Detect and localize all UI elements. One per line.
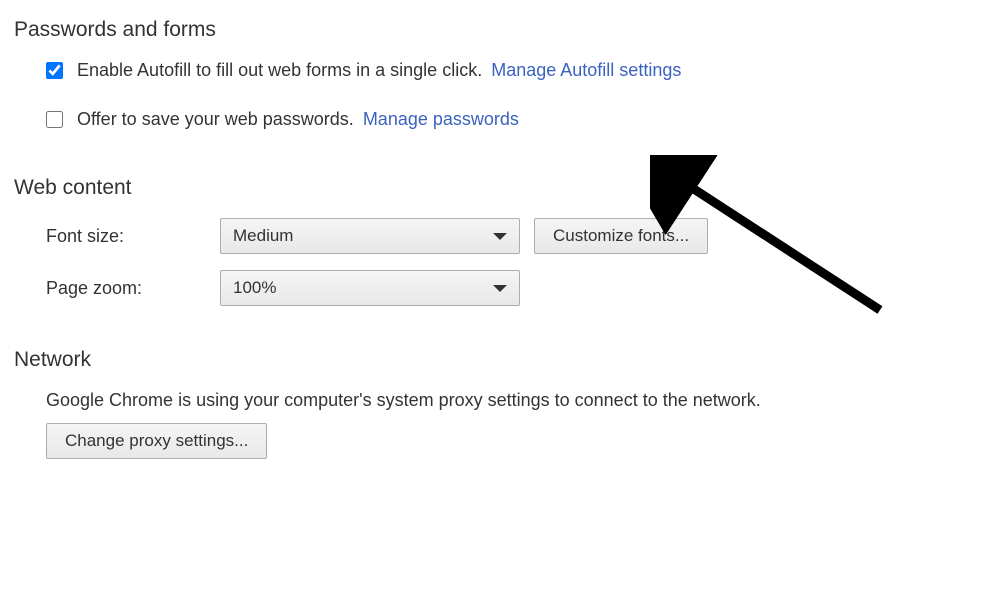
font-size-label: Font size: <box>46 226 220 247</box>
autofill-label-text: Enable Autofill to fill out web forms in… <box>77 60 482 80</box>
section-passwords-and-forms: Passwords and forms Enable Autofill to f… <box>0 0 1000 130</box>
manage-autofill-link[interactable]: Manage Autofill settings <box>491 60 681 80</box>
save-passwords-row: Offer to save your web passwords. Manage… <box>46 109 1000 130</box>
section-network: Network Google Chrome is using your comp… <box>0 330 1000 459</box>
save-passwords-label-text: Offer to save your web passwords. <box>77 109 354 129</box>
autofill-label: Enable Autofill to fill out web forms in… <box>77 60 681 81</box>
page-zoom-dropdown[interactable]: 100% <box>220 270 520 306</box>
heading-network: Network <box>14 330 1000 390</box>
save-passwords-checkbox[interactable] <box>46 111 63 128</box>
page-zoom-value: 100% <box>233 278 276 298</box>
font-size-row: Font size: Medium Customize fonts... <box>46 218 1000 254</box>
font-size-dropdown[interactable]: Medium <box>220 218 520 254</box>
customize-fonts-button[interactable]: Customize fonts... <box>534 218 708 254</box>
heading-passwords-and-forms: Passwords and forms <box>14 0 1000 60</box>
network-options: Google Chrome is using your computer's s… <box>14 390 1000 459</box>
section-web-content: Web content Font size: Medium Customize … <box>0 158 1000 306</box>
manage-passwords-link[interactable]: Manage passwords <box>363 109 519 129</box>
web-content-options: Font size: Medium Customize fonts... Pag… <box>14 218 1000 306</box>
network-description: Google Chrome is using your computer's s… <box>46 390 1000 411</box>
heading-web-content: Web content <box>14 158 1000 218</box>
page-zoom-row: Page zoom: 100% <box>46 270 1000 306</box>
chevron-down-icon <box>493 233 507 240</box>
passwords-options: Enable Autofill to fill out web forms in… <box>14 60 1000 130</box>
change-proxy-button[interactable]: Change proxy settings... <box>46 423 267 459</box>
autofill-row: Enable Autofill to fill out web forms in… <box>46 60 1000 81</box>
autofill-checkbox[interactable] <box>46 62 63 79</box>
font-size-value: Medium <box>233 226 293 246</box>
chevron-down-icon <box>493 285 507 292</box>
page-zoom-label: Page zoom: <box>46 278 220 299</box>
save-passwords-label: Offer to save your web passwords. Manage… <box>77 109 519 130</box>
